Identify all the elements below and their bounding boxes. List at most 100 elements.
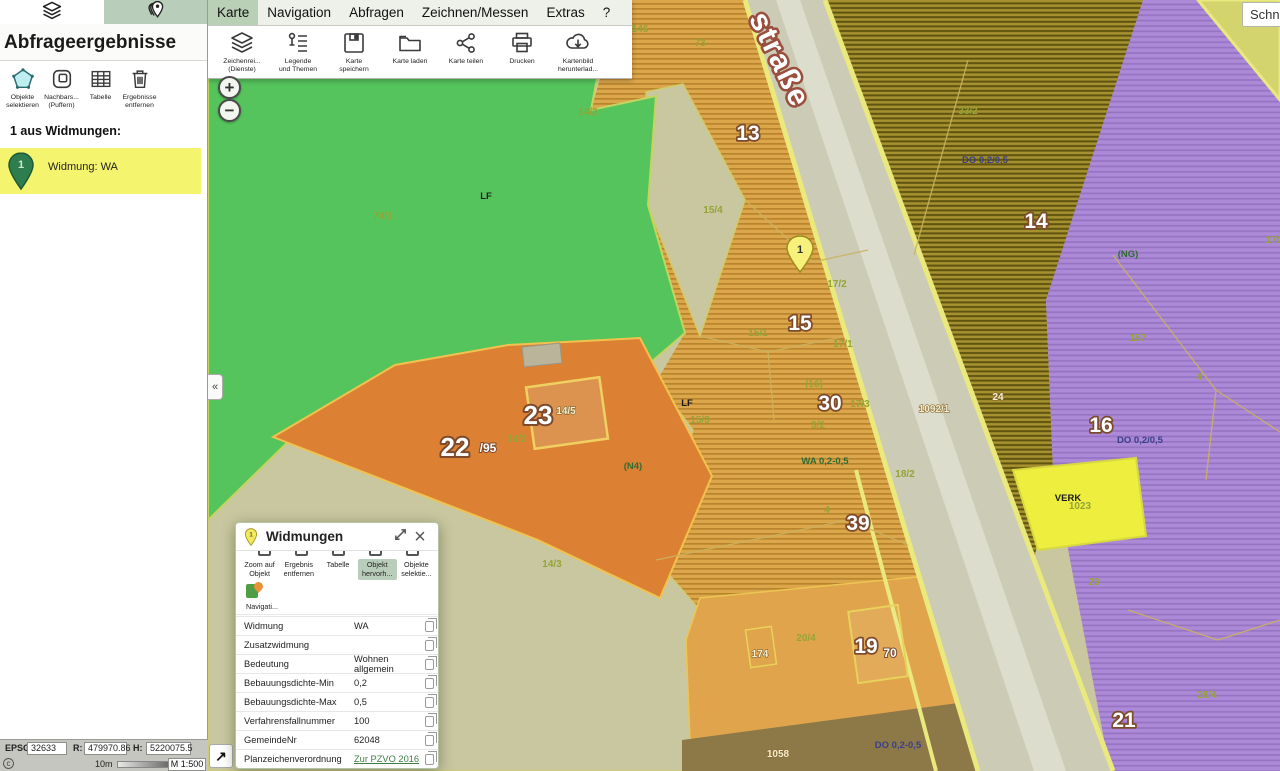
tab-abfragen[interactable]: Abfragen [340,0,413,25]
draw-order-button[interactable]: Zeichenrei...(Dienste) [214,29,270,78]
map-label: LF [681,398,693,409]
sidebar-tab-bar [0,0,207,24]
result-item[interactable]: 1 Widmung: WA [0,148,201,194]
tab-results[interactable] [104,0,208,24]
layers-icon [41,0,63,26]
remove-result-button[interactable]: Ergebnis entfernen [279,559,318,580]
map-label: WA 0,2-0,5 [801,456,849,467]
menu-panel: Karte Navigation Abfragen Zeichnen/Messe… [208,0,632,79]
load-map-button[interactable]: Karte laden [382,29,438,78]
field-value-link[interactable]: Zur PZVO 2016 [354,754,425,764]
panel-title: Abfrageergebnisse [0,24,207,61]
scale-input[interactable]: M 1:500 [168,758,206,771]
save-icon [326,29,382,56]
copy-icon[interactable] [425,735,434,746]
map-label: 15 [788,312,812,335]
printer-icon [494,29,550,56]
print-button[interactable]: Drucken [494,29,550,78]
table-button[interactable]: Tabelle [82,67,119,110]
copy-icon[interactable] [425,621,434,632]
copyright-icon[interactable]: c [3,758,14,769]
download-map-image-button[interactable]: Kartenbildherunterlad... [550,29,606,78]
map-label: 3/2 [811,420,825,431]
highlight-object-button[interactable]: Objekt hervorh... [358,559,397,580]
map-label: 16 [1089,414,1112,437]
share-map-button[interactable]: Karte teilen [438,29,494,78]
r-coordinate-input[interactable]: 479970.86 [84,742,127,755]
tab-karte[interactable]: Karte [208,0,258,25]
close-popup-icon[interactable]: × [410,528,430,546]
map-label: DO 0,2/0,5 [962,155,1009,166]
field-value: Wohnen allgemein [354,654,425,674]
field-label: GemeindeNr [244,735,354,745]
table-icon [82,67,119,91]
layers-icon [214,29,270,56]
table-row: PlanzeichenverordnungZur PZVO 2016 [236,749,438,768]
map-label: 17/3 [850,399,870,410]
legend-button[interactable]: Legendeund Themen [270,29,326,78]
epsg-input[interactable]: 32633 [27,742,67,755]
expand-popup-icon[interactable] [390,527,410,547]
buffer-icon [43,67,80,91]
field-value: 0,2 [354,678,425,688]
attribute-table: WidmungWAZusatzwidmungBedeutungWohnen al… [236,615,438,768]
map-label: 33/2 [958,106,978,117]
zoom-to-object-button[interactable]: Zoom auf Objekt [240,559,279,580]
scalebar-label: 10m [95,759,113,769]
map-label: 15/1 [748,328,768,339]
table-row: Bebauungsdichte-Min0,2 [236,673,438,692]
map-label: 15/3 [690,415,710,426]
save-map-button[interactable]: Kartespeichern [326,29,382,78]
zoom-in-button[interactable]: + [218,76,241,99]
copy-icon[interactable] [425,678,434,689]
tab-extras[interactable]: Extras [537,0,593,25]
r-coordinate-label: R: [73,743,83,753]
map-label: 4 [824,505,830,516]
map-label: 1092/1 [919,404,950,415]
expand-button[interactable]: ↗ [209,744,233,768]
buffer-button[interactable]: Nachbars... (Puffern) [43,67,80,110]
map-label: DO 0,2/0,5 [1117,435,1164,446]
table-button[interactable]: Tabelle [318,559,357,580]
popup-toolbar: Zoom auf Objekt Ergebnis entfernen Tabel… [236,558,438,580]
copy-icon[interactable] [425,640,434,651]
map-label: (N4) [624,461,642,472]
map-label: 14/2 [578,107,598,118]
field-value: WA [354,621,425,631]
h-coordinate-label: H: [133,743,143,753]
status-bar: EPSG: 32633 R: 479970.86 H: 5220075.5 c … [0,739,208,771]
search-input[interactable]: Schne [1242,2,1280,27]
select-objects-button[interactable]: Objekte selektieren [4,67,41,110]
popup-header[interactable]: 1 Widmungen × [236,523,438,551]
map-label: 39 [846,512,869,535]
field-label: Planzeichenverordnung [244,754,354,764]
tab-help[interactable]: ? [594,0,620,25]
map-label: 14/5 [556,406,576,417]
collapse-sidebar-button[interactable]: « [208,374,223,400]
tab-zeichnen-messen[interactable]: Zeichnen/Messen [413,0,538,25]
field-label: Bebauungsdichte-Max [244,697,354,707]
h-coordinate-input[interactable]: 5220075.5 [146,742,191,755]
tab-navigation[interactable]: Navigation [258,0,340,25]
pin-number: 1 [18,159,24,171]
select-objects-button[interactable]: Objekte selektie... [397,559,436,580]
table-row: WidmungWA [236,616,438,635]
menu-tab-bar: Karte Navigation Abfragen Zeichnen/Messe… [208,0,632,26]
copy-icon[interactable] [425,716,434,727]
field-label: Verfahrensfallnummer [244,716,354,726]
copy-icon[interactable] [425,697,434,708]
tab-layers[interactable] [0,0,104,24]
field-value: 62048 [354,735,425,745]
map-label: 17/2 [827,279,847,290]
map-toolbar: Zeichenrei...(Dienste) Legendeund Themen… [208,26,632,79]
zoom-out-button[interactable]: − [218,99,241,122]
navigation-icon [246,582,264,600]
copy-icon[interactable] [425,659,434,670]
scalebar [117,761,169,768]
map-label: (16) [805,379,823,390]
map-pins-icon [144,0,166,26]
copy-icon[interactable] [425,754,434,765]
navigate-button[interactable]: Navigati... [236,580,438,615]
clipped-toolbar-icons [236,551,438,558]
remove-results-button[interactable]: Ergebnisse entfernen [121,67,158,110]
